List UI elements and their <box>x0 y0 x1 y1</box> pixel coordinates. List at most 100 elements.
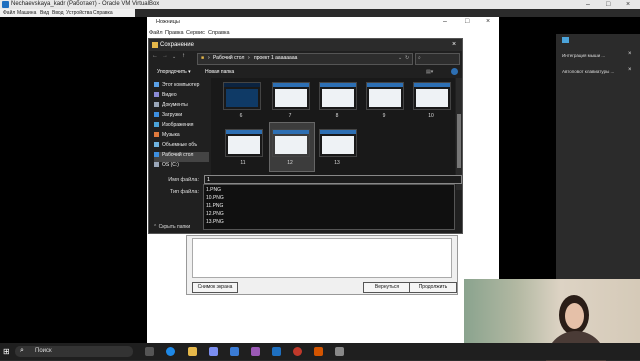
close-icon[interactable]: × <box>452 41 456 48</box>
back-arrow-icon[interactable]: ← <box>152 53 158 59</box>
vbox-menubar: Файл Машина Вид Ввод Устройства Справка <box>0 9 135 17</box>
windows-start-icon[interactable]: ⊞ <box>3 347 10 356</box>
teams-icon[interactable] <box>209 347 218 356</box>
virtualbox-icon[interactable] <box>272 347 281 356</box>
app-panel: Снимок экрана Вернуться Продолжить <box>186 235 458 295</box>
file-thumbnail[interactable] <box>319 82 357 110</box>
menu-devices[interactable]: Устройства <box>66 10 92 16</box>
menu-file[interactable]: Файл <box>3 10 15 16</box>
file-label: 9 <box>382 113 386 119</box>
forward-arrow-icon[interactable]: → <box>162 53 168 59</box>
video-icon <box>154 92 159 98</box>
file-scrollbar[interactable] <box>456 78 462 190</box>
nav-3d-objects[interactable]: Объемные объ <box>154 142 209 152</box>
file-thumbnail[interactable] <box>225 129 263 157</box>
file-thumbnail[interactable] <box>319 129 357 157</box>
search-icon: ⌕ <box>418 55 421 61</box>
file-thumbnail[interactable] <box>272 82 310 110</box>
nav-drive-c[interactable]: OS (C:) <box>154 162 209 172</box>
file-explorer-icon[interactable] <box>188 347 197 356</box>
menu-edit[interactable]: Правка <box>165 30 184 36</box>
close-icon[interactable]: × <box>626 1 630 8</box>
maximize-icon[interactable]: □ <box>465 18 469 25</box>
dialog-titlebar: Сохранение × <box>149 39 462 51</box>
file-label: 8 <box>335 113 339 119</box>
help-icon[interactable] <box>451 68 458 75</box>
task-view-icon[interactable] <box>145 347 154 356</box>
close-icon[interactable]: × <box>486 18 490 25</box>
nav-pictures[interactable]: Изображения <box>154 122 209 132</box>
save-dialog: Сохранение × ← → ⌄ ↑ ■ › Рабочий стол › … <box>148 38 463 234</box>
file-label: 11 <box>240 160 246 166</box>
view-options-icon[interactable]: ▤▾ <box>426 69 433 75</box>
scrollbar-thumb[interactable] <box>457 114 461 168</box>
drive-icon <box>154 162 159 168</box>
dialog-title: Сохранение <box>160 42 194 48</box>
back-button[interactable]: Вернуться <box>363 282 411 293</box>
filename-label: Имя файла: <box>168 177 199 183</box>
nav-desktop[interactable]: Рабочий стол <box>154 152 209 162</box>
chrome-icon[interactable] <box>293 347 302 356</box>
breadcrumb-desktop[interactable]: Рабочий стол <box>213 55 244 61</box>
vbox-title: Nechaevskaya_kadr (Работает) - Oracle VM… <box>11 1 160 7</box>
file-thumbnail[interactable] <box>366 82 404 110</box>
suggestion-item[interactable]: 11.PNG <box>206 203 223 209</box>
suggestion-item[interactable]: 12.PNG <box>206 211 224 217</box>
file-label: 6 <box>239 113 243 119</box>
menu-service[interactable]: Сервис <box>186 30 205 36</box>
new-folder-button[interactable]: Новая папка <box>205 69 234 75</box>
continue-button[interactable]: Продолжить <box>409 282 457 293</box>
minimize-icon[interactable]: – <box>586 1 590 8</box>
folder-icon <box>152 42 158 48</box>
notification-keyboard[interactable]: Автоповот клавиатуры ... <box>562 69 614 74</box>
filename-input[interactable]: 1 <box>204 175 462 184</box>
file-view: 6 7 8 9 10 11 12 13 <box>211 78 455 190</box>
address-bar[interactable]: ■ › Рабочий стол › проект 1 аааааааа ⌄ ↻ <box>197 53 413 65</box>
nav-downloads[interactable]: Загрузки <box>154 112 209 122</box>
search-input[interactable]: ⌕ <box>415 53 460 65</box>
suggestion-item[interactable]: 13.PNG <box>206 219 224 225</box>
snapshot-button[interactable]: Снимок экрана <box>192 282 238 293</box>
close-icon[interactable]: × <box>628 51 632 57</box>
desktop-icon <box>154 152 159 158</box>
file-thumbnail[interactable] <box>272 129 310 157</box>
pictures-icon <box>154 122 159 128</box>
menu-input[interactable]: Ввод <box>52 10 64 16</box>
menu-help[interactable]: Справка <box>93 10 113 16</box>
maximize-icon[interactable]: □ <box>606 1 610 8</box>
nav-this-pc[interactable]: Этот компьютер <box>154 82 209 92</box>
menu-file[interactable]: Файл <box>149 30 163 36</box>
refresh-icon[interactable]: ↻ <box>405 55 409 61</box>
chevron-down-icon[interactable]: ⌄ <box>398 55 402 61</box>
edge-icon[interactable] <box>166 347 175 356</box>
guest-screen: Ножницы – □ × Файл Правка Сервис Справка… <box>0 17 640 361</box>
suggestion-item[interactable]: 1.PNG <box>206 187 221 193</box>
menu-view[interactable]: Вид <box>40 10 49 16</box>
up-arrow-icon[interactable]: ↑ <box>182 53 185 59</box>
nav-video[interactable]: Видео <box>154 92 209 102</box>
hide-folders-button[interactable]: ⌃ Скрыть папки <box>153 224 190 230</box>
music-icon <box>154 132 159 138</box>
chevron-down-icon[interactable]: ⌄ <box>172 54 176 60</box>
organize-button[interactable]: Упорядочить ▾ <box>157 69 191 75</box>
search-placeholder: Поиск <box>35 348 52 354</box>
notification-mouse-integration[interactable]: Интеграция мыши ... <box>562 53 605 58</box>
file-thumbnail[interactable] <box>413 82 451 110</box>
minimize-icon[interactable]: – <box>443 18 447 25</box>
menu-machine[interactable]: Машина <box>17 10 36 16</box>
file-thumbnail[interactable] <box>223 82 261 110</box>
app-icon[interactable] <box>251 347 260 356</box>
notification-icon <box>562 37 569 43</box>
breadcrumb-project[interactable]: проект 1 аааааааа <box>254 55 297 61</box>
close-icon[interactable]: × <box>628 67 632 73</box>
suggestion-item[interactable]: 10.PNG <box>206 195 224 201</box>
recorder-icon[interactable] <box>314 347 323 356</box>
filetype-label: Тип файла: <box>169 189 199 195</box>
snipping-icon[interactable] <box>335 347 344 356</box>
store-icon[interactable] <box>230 347 239 356</box>
menu-help[interactable]: Справка <box>208 30 230 36</box>
taskbar-search[interactable]: ⌕ Поиск <box>15 346 133 357</box>
file-label: 10 <box>428 113 434 119</box>
nav-music[interactable]: Музыка <box>154 132 209 142</box>
nav-documents[interactable]: Документы <box>154 102 209 112</box>
